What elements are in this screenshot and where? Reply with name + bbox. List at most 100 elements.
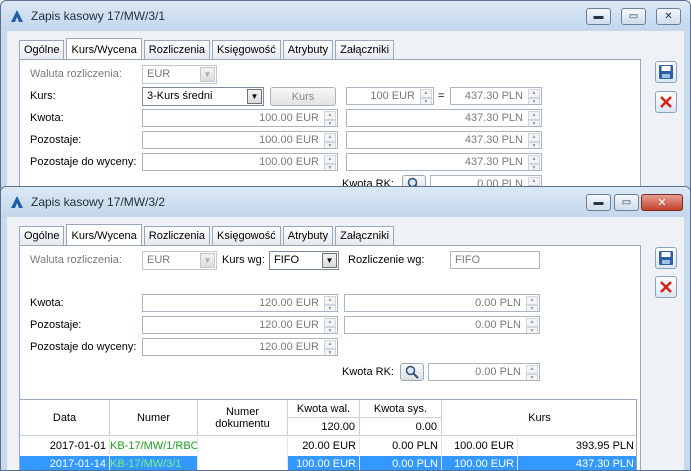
tab-rozliczenia[interactable]: Rozliczenia [143, 40, 211, 59]
kurs-button[interactable]: Kurs [270, 87, 336, 106]
cash-entry-window-1: Zapis kasowy 17/MW/3/1 ▬ ▭ ✕ Ogólne Kurs… [0, 0, 691, 200]
chevron-down-icon: ▼ [322, 253, 337, 268]
title-bar[interactable]: Zapis kasowy 17/MW/3/2 ▬ ▭ ✕ [1, 187, 690, 217]
minimize-icon: ▬ [593, 197, 604, 208]
wycena-eur-value: 100.00 EUR [259, 156, 319, 168]
cell-kurs-pln: 437.30 PLN [575, 458, 634, 470]
spinner[interactable]: ▲▼ [526, 365, 538, 380]
wycena-eur-field[interactable]: 120.00 EUR ▲ ▼ [142, 338, 338, 356]
tab-rozliczenia[interactable]: Rozliczenia [143, 226, 211, 245]
waluta-select[interactable]: EUR ▼ [142, 251, 217, 270]
col-header-data[interactable]: Data [20, 400, 110, 436]
floppy-save-icon [659, 65, 673, 79]
rozliczenie-wg-field[interactable]: FIFO [450, 251, 540, 269]
spinner[interactable]: ▲▼ [324, 133, 336, 148]
cell-numer-dokumentu [198, 456, 288, 470]
wycena-eur-field[interactable]: 100.00 EUR ▲ ▼ [142, 153, 338, 171]
window-title: Zapis kasowy 17/MW/3/2 [31, 195, 166, 209]
spinner[interactable]: ▲▼ [420, 89, 432, 104]
tab-zalaczniki[interactable]: Załączniki [335, 40, 395, 59]
maximize-button[interactable]: ▭ [621, 8, 646, 25]
tab-kurs-wycena[interactable]: Kurs/Wycena [66, 224, 142, 246]
minimize-button[interactable]: ▬ [586, 194, 611, 211]
maximize-button[interactable]: ▭ [614, 194, 639, 211]
col-header-kwota-wal[interactable]: Kwota wal. [288, 400, 360, 418]
spinner[interactable]: ▲▼ [324, 340, 336, 355]
kurs-wg-select[interactable]: FIFO ▼ [269, 251, 339, 270]
tab-zalaczniki[interactable]: Załączniki [335, 226, 395, 245]
waluta-value: EUR [147, 68, 171, 80]
kwota-rk-search-button[interactable] [400, 363, 424, 381]
close-button[interactable]: ✕ [641, 194, 683, 211]
spinner[interactable]: ▲▼ [528, 89, 540, 104]
kwota-eur-field[interactable]: 100.00 EUR ▲ ▼ [142, 109, 338, 127]
cell-kwota-sys: 0.00 PLN [360, 438, 442, 455]
app-logo-icon [11, 196, 23, 208]
close-icon: ✕ [664, 11, 673, 22]
minimize-button[interactable]: ▬ [586, 8, 611, 25]
tab-ogolne[interactable]: Ogólne [19, 226, 65, 245]
kwota-eur-value: 100.00 EUR [259, 112, 319, 124]
kurs-pln-field[interactable]: 437.30 PLN ▲ ▼ [450, 87, 542, 105]
maximize-icon: ▭ [621, 197, 632, 208]
spinner[interactable]: ▲▼ [324, 318, 336, 333]
col-header-numer-dokumentu[interactable]: Numer dokumentu [198, 400, 288, 436]
kwota-pln-value: 437.30 PLN [464, 112, 523, 124]
spinner[interactable]: ▲▼ [528, 133, 540, 148]
pozostaje-wycena-label: Pozostaje do wyceny: [30, 341, 137, 353]
pozostaje-pln-field[interactable]: 0.00 PLN ▲ ▼ [344, 316, 540, 334]
tab-ksiegowosc[interactable]: Księgowość [212, 226, 281, 245]
pozostaje-eur-field[interactable]: 100.00 EUR ▲ ▼ [142, 131, 338, 149]
pozostaje-eur-value: 120.00 EUR [259, 319, 319, 331]
kwota-eur-value: 120.00 EUR [259, 297, 319, 309]
save-button[interactable] [655, 247, 677, 269]
cell-numer-dokumentu [198, 438, 288, 455]
pozostaje-pln-field[interactable]: 437.30 PLN ▲ ▼ [346, 131, 542, 149]
pozostaje-pln-value: 0.00 PLN [475, 319, 521, 331]
col-header-kurs[interactable]: Kurs [442, 400, 636, 436]
col-header-numer[interactable]: Numer [110, 400, 198, 436]
kwota-pln-field[interactable]: 437.30 PLN ▲ ▼ [346, 109, 542, 127]
wycena-eur-value: 120.00 EUR [259, 341, 319, 353]
kwota-rk-label: Kwota RK: [342, 366, 394, 378]
waluta-select[interactable]: EUR ▼ [142, 65, 217, 84]
chevron-down-icon: ▼ [247, 89, 262, 104]
spinner[interactable]: ▲▼ [526, 296, 538, 311]
pozostaje-label: Pozostaje: [30, 319, 82, 331]
spinner[interactable]: ▲▼ [324, 296, 336, 311]
kurs-amount-field[interactable]: 100 EUR ▲ ▼ [346, 87, 434, 105]
wycena-pln-value: 437.30 PLN [464, 156, 523, 168]
spinner[interactable]: ▲▼ [528, 155, 540, 170]
kurs-label: Kurs: [30, 90, 56, 102]
tab-atrybuty[interactable]: Atrybuty [282, 40, 334, 59]
cell-data: 2017-01-14 [20, 456, 110, 470]
cell-kwota-wal: 20.00 EUR [288, 438, 360, 455]
col-header-kwota-sys[interactable]: Kwota sys. [360, 400, 442, 418]
pozostaje-eur-field[interactable]: 120.00 EUR ▲ ▼ [142, 316, 338, 334]
tab-strip: Ogólne Kurs/Wycena Rozliczenia Księgowoś… [19, 223, 396, 246]
tab-atrybuty[interactable]: Atrybuty [282, 226, 334, 245]
wycena-pln-field[interactable]: 437.30 PLN ▲ ▼ [346, 153, 542, 171]
kurs-type-select[interactable]: 3-Kurs średni ▼ [142, 87, 264, 106]
tab-kurs-wycena[interactable]: Kurs/Wycena [66, 38, 142, 60]
spinner[interactable]: ▲▼ [526, 318, 538, 333]
spinner[interactable]: ▲▼ [324, 155, 336, 170]
spinner[interactable]: ▲▼ [324, 111, 336, 126]
cancel-button[interactable] [655, 91, 677, 113]
cancel-button[interactable] [655, 276, 677, 298]
kwota-pln-field[interactable]: 0.00 PLN ▲ ▼ [344, 294, 540, 312]
save-button[interactable] [655, 61, 677, 83]
title-bar[interactable]: Zapis kasowy 17/MW/3/1 ▬ ▭ ✕ [1, 1, 690, 31]
kwota-rk-field[interactable]: 0.00 PLN ▲▼ [428, 363, 540, 381]
kurs-type-value: 3-Kurs średni [147, 90, 213, 102]
tab-ogolne[interactable]: Ogólne [19, 40, 65, 59]
tab-ksiegowosc[interactable]: Księgowość [212, 40, 281, 59]
kwota-eur-field[interactable]: 120.00 EUR ▲ ▼ [142, 294, 338, 312]
close-button[interactable]: ✕ [656, 8, 681, 25]
kurs-wg-value: FIFO [274, 254, 300, 266]
table-row-selected[interactable]: 2017-01-14 KB-17/MW/3/1 100.00 EUR 0.00 … [20, 456, 636, 470]
spinner[interactable]: ▲▼ [528, 111, 540, 126]
table-row[interactable]: 2017-01-01 KB-17/MW/1/RBO/ 20.00 EUR 0.0… [20, 438, 636, 455]
chevron-down-icon: ▼ [200, 67, 215, 82]
floppy-save-icon [659, 251, 673, 265]
